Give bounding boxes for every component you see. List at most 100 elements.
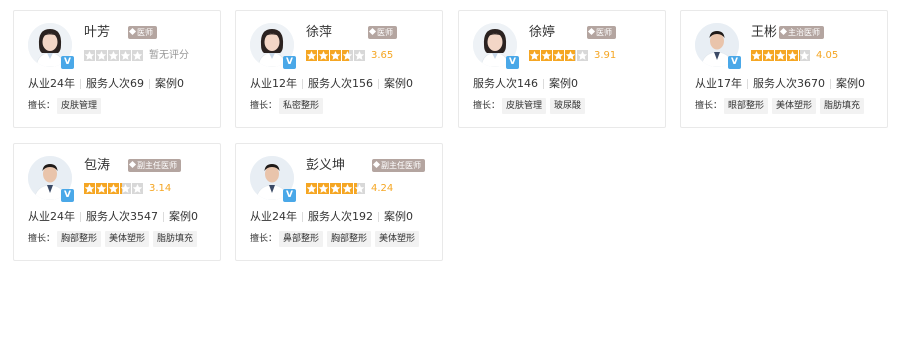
doctor-title-badge: 医师 (128, 26, 157, 39)
star-icon (96, 183, 107, 194)
doctor-stats: 从业24年 服务人次69 案例0 (28, 77, 184, 91)
doctor-card[interactable]: V 徐婷 医师 3.91 服务人次146 案例0 擅长： 皮肤管理 玻尿酸 (458, 10, 666, 128)
skill-tag[interactable]: 皮肤管理 (57, 98, 102, 114)
star-icon (529, 50, 540, 61)
stat-divider (80, 79, 81, 89)
star-icon (565, 50, 576, 61)
skill-tag[interactable]: 美体塑形 (375, 231, 420, 247)
skills-label: 擅长： (695, 101, 723, 111)
star-icon (120, 50, 131, 61)
skill-tag[interactable]: 胸部整形 (327, 231, 372, 247)
star-icon (342, 183, 353, 194)
skills-label: 擅长： (473, 101, 501, 111)
stat-item: 服务人次69 (86, 77, 144, 90)
stat-item: 服务人次192 (308, 210, 373, 223)
skills-label: 擅长： (28, 234, 56, 244)
verified-badge-icon: V (283, 189, 296, 202)
star-icon (108, 50, 119, 61)
skills-label: 擅长： (250, 101, 278, 111)
star-icon (763, 50, 774, 61)
stat-item: 从业24年 (28, 77, 75, 90)
skill-tag[interactable]: 脂肪填充 (153, 231, 198, 247)
doctor-name[interactable]: 彭义坤 (306, 158, 345, 174)
doctor-name[interactable]: 徐婷 (529, 25, 555, 41)
stat-item: 从业12年 (250, 77, 297, 90)
doctor-title-badge: 医师 (587, 26, 616, 39)
stat-item: 案例0 (836, 77, 865, 90)
doctor-card[interactable]: V 彭义坤 副主任医师 4.24 从业24年 服务人次192 案例0 擅长： 鼻部整形 胸部整形美… (235, 143, 443, 261)
verified-badge-icon: V (61, 189, 74, 202)
stat-divider (163, 212, 164, 222)
doctor-name[interactable]: 王彬 (751, 25, 777, 41)
stat-item: 从业17年 (695, 77, 742, 90)
doctor-card[interactable]: V 王彬 主治医师 4.05 从业17年 服务人次3670 案例0 擅长： 眼部整形 美体塑形 脂肪… (680, 10, 888, 128)
star-icon (84, 50, 95, 61)
star-icon (330, 50, 341, 61)
stat-divider (302, 212, 303, 222)
rating-stars: 3.91 (529, 50, 616, 61)
verified-badge-icon: V (283, 56, 296, 69)
rating-score: 暂无评分 (149, 50, 189, 61)
star-icon (751, 50, 762, 61)
star-icon (306, 50, 317, 61)
star-icon (318, 50, 329, 61)
doctor-title-badge: 主治医师 (779, 26, 824, 39)
skills-row: 擅长： 皮肤管理 (28, 98, 105, 114)
rating-stars: 4.05 (751, 50, 838, 61)
doctor-card[interactable]: V 徐萍 医师 3.65 从业12年 服务人次156 案例0 擅长： 私密整形 (235, 10, 443, 128)
rating-score: 3.91 (594, 50, 617, 61)
skills-row: 擅长： 鼻部整形 胸部整形 美体塑形 (250, 231, 423, 247)
stat-item: 服务人次3670 (753, 77, 825, 90)
doctor-avatar[interactable]: V (695, 23, 741, 69)
star-icon (120, 183, 131, 194)
doctor-card[interactable]: V 叶芳 医师暂无评分从业24年 服务人次69 案例0 擅长： 皮肤管理 (13, 10, 221, 128)
stat-divider (149, 79, 150, 89)
doctor-avatar[interactable]: V (250, 23, 296, 69)
skill-tag[interactable]: 眼部整形 (724, 98, 769, 114)
doctor-avatar[interactable]: V (28, 156, 74, 202)
stat-divider (830, 79, 831, 89)
star-icon (354, 50, 365, 61)
stat-divider (378, 79, 379, 89)
rating-score: 3.65 (371, 50, 394, 61)
doctor-card[interactable]: V 包涛 副主任医师 3.14 从业24年 服务人次3547 案例0 擅长： 胸部整形 美体塑形脂… (13, 143, 221, 261)
doctor-title-badge: 副主任医师 (372, 159, 425, 172)
doctor-avatar[interactable]: V (250, 156, 296, 202)
skill-tag[interactable]: 美体塑形 (772, 98, 817, 114)
skill-tag[interactable]: 皮肤管理 (502, 98, 547, 114)
skill-tag[interactable]: 美体塑形 (105, 231, 150, 247)
rating-score: 3.14 (149, 183, 172, 194)
doctor-stats: 服务人次146 案例0 (473, 77, 578, 91)
star-icon (96, 50, 107, 61)
stat-item: 案例0 (169, 210, 198, 223)
skills-label: 擅长： (250, 234, 278, 244)
star-icon (553, 50, 564, 61)
doctor-name[interactable]: 叶芳 (84, 25, 110, 41)
doctor-stats: 从业12年 服务人次156 案例0 (250, 77, 413, 91)
star-icon (306, 183, 317, 194)
stat-divider (378, 212, 379, 222)
stat-item: 从业24年 (250, 210, 297, 223)
rating-score: 4.05 (816, 50, 839, 61)
skill-tag[interactable]: 脂肪填充 (820, 98, 865, 114)
stat-item: 案例0 (549, 77, 578, 90)
stat-item: 服务人次3547 (86, 210, 158, 223)
skill-tag[interactable]: 玻尿酸 (550, 98, 586, 114)
doctor-name[interactable]: 包涛 (84, 158, 110, 174)
stat-item: 案例0 (384, 77, 413, 90)
verified-badge-icon: V (506, 56, 519, 69)
skill-tag[interactable]: 私密整形 (279, 98, 324, 114)
doctor-avatar[interactable]: V (28, 23, 74, 69)
rating-stars: 3.65 (306, 50, 393, 61)
stat-item: 从业24年 (28, 210, 75, 223)
verified-badge-icon: V (728, 56, 741, 69)
skill-tag[interactable]: 胸部整形 (57, 231, 102, 247)
skills-row: 擅长： 眼部整形 美体塑形 脂肪填充 (695, 98, 868, 114)
stat-divider (543, 79, 544, 89)
doctor-title-badge: 副主任医师 (128, 159, 181, 172)
doctor-avatar[interactable]: V (473, 23, 519, 69)
skill-tag[interactable]: 鼻部整形 (279, 231, 324, 247)
star-icon (799, 50, 810, 61)
star-icon (84, 183, 95, 194)
doctor-name[interactable]: 徐萍 (306, 25, 332, 41)
